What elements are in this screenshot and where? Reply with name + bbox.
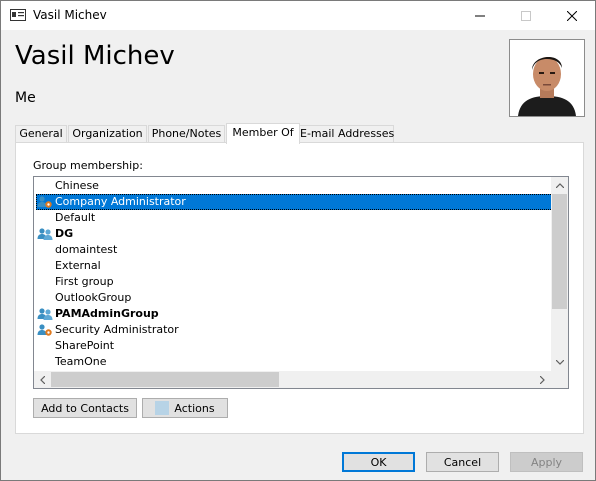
admin-role-icon bbox=[37, 196, 52, 208]
group-name: External bbox=[55, 259, 101, 272]
actions-icon bbox=[155, 401, 170, 415]
actions-button[interactable]: Actions bbox=[142, 398, 228, 418]
group-membership-list[interactable]: Chinese Company Administrator Default DG dom… bbox=[33, 176, 569, 389]
group-name: DG bbox=[55, 227, 74, 240]
group-name: Default bbox=[55, 211, 96, 224]
avatar bbox=[510, 40, 584, 116]
group-name: Chinese bbox=[55, 179, 99, 192]
actions-label: Actions bbox=[174, 401, 215, 415]
maximize-button[interactable] bbox=[503, 1, 549, 30]
add-to-contacts-button[interactable]: Add to Contacts bbox=[33, 398, 137, 418]
scrollbar-corner bbox=[551, 371, 568, 388]
list-item[interactable]: PAMAdminGroup bbox=[36, 306, 553, 322]
chevron-left-icon bbox=[40, 375, 45, 384]
scroll-left-arrow[interactable] bbox=[34, 371, 51, 388]
close-button[interactable] bbox=[549, 1, 595, 30]
list-item[interactable]: External bbox=[36, 258, 553, 274]
scroll-up-arrow[interactable] bbox=[551, 177, 568, 194]
list-item[interactable]: Chinese bbox=[36, 178, 553, 194]
chevron-up-icon bbox=[555, 183, 564, 188]
group-icon bbox=[37, 228, 53, 240]
contact-card-window: Vasil Michev Vasil Michev Me General Org… bbox=[0, 0, 596, 481]
list-item[interactable]: OutlookGroup bbox=[36, 290, 553, 306]
scroll-right-arrow[interactable] bbox=[534, 371, 551, 388]
apply-button[interactable]: Apply bbox=[510, 452, 583, 472]
group-name: domaintest bbox=[55, 243, 118, 256]
group-name: Security Administrator bbox=[55, 323, 179, 336]
admin-role-icon bbox=[37, 324, 52, 336]
group-name: SharePoint bbox=[55, 339, 115, 352]
list-item[interactable]: Default bbox=[36, 210, 553, 226]
list-item[interactable]: DG bbox=[36, 226, 553, 242]
group-name: TeamOne bbox=[55, 355, 107, 368]
group-icon bbox=[37, 308, 53, 320]
window-title: Vasil Michev bbox=[33, 8, 107, 22]
tab-label: Member Of bbox=[232, 126, 294, 139]
close-icon bbox=[567, 10, 577, 21]
vertical-scroll-thumb[interactable] bbox=[552, 194, 567, 309]
contact-photo bbox=[509, 39, 585, 117]
list-item[interactable]: TeamOne bbox=[36, 354, 553, 370]
list-item[interactable]: Security Administrator bbox=[36, 322, 553, 338]
cancel-button[interactable]: Cancel bbox=[426, 452, 499, 472]
contact-subtitle: Me bbox=[15, 90, 36, 106]
contact-card-icon bbox=[10, 9, 26, 21]
group-name: Company Administrator bbox=[55, 195, 186, 208]
tab-phone-notes[interactable]: Phone/Notes bbox=[148, 125, 225, 143]
chevron-down-icon bbox=[555, 360, 564, 365]
horizontal-scrollbar[interactable] bbox=[34, 371, 551, 388]
list-item[interactable]: domaintest bbox=[36, 242, 553, 258]
horizontal-scroll-thumb[interactable] bbox=[51, 372, 279, 387]
tab-label: Phone/Notes bbox=[151, 127, 222, 140]
group-name: PAMAdminGroup bbox=[55, 307, 159, 320]
group-name: First group bbox=[55, 275, 114, 288]
list-item[interactable]: SharePoint bbox=[36, 338, 553, 354]
group-membership-label: Group membership: bbox=[33, 159, 143, 172]
tab-general[interactable]: General bbox=[15, 125, 67, 143]
ok-button[interactable]: OK bbox=[342, 452, 415, 472]
chevron-right-icon bbox=[540, 375, 545, 384]
maximize-icon bbox=[521, 10, 531, 21]
tab-organization[interactable]: Organization bbox=[68, 125, 147, 143]
group-name: OutlookGroup bbox=[55, 291, 132, 304]
tab-label: General bbox=[19, 127, 63, 140]
tab-label: Organization bbox=[72, 127, 143, 140]
tab-email-addresses[interactable]: E-mail Addresses bbox=[299, 125, 394, 143]
list-item[interactable]: First group bbox=[36, 274, 553, 290]
tab-label: E-mail Addresses bbox=[300, 127, 395, 140]
minimize-button[interactable] bbox=[457, 1, 503, 30]
list-item[interactable]: Company Administrator bbox=[36, 194, 553, 210]
vertical-scrollbar[interactable] bbox=[551, 177, 568, 371]
scroll-down-arrow[interactable] bbox=[551, 354, 568, 371]
title-bar[interactable]: Vasil Michev bbox=[1, 1, 595, 30]
minimize-icon bbox=[475, 15, 485, 16]
member-of-panel: Group membership: Chinese Company Adminis… bbox=[15, 142, 584, 434]
tab-member-of[interactable]: Member Of bbox=[226, 123, 300, 144]
contact-name: Vasil Michev bbox=[15, 41, 175, 71]
